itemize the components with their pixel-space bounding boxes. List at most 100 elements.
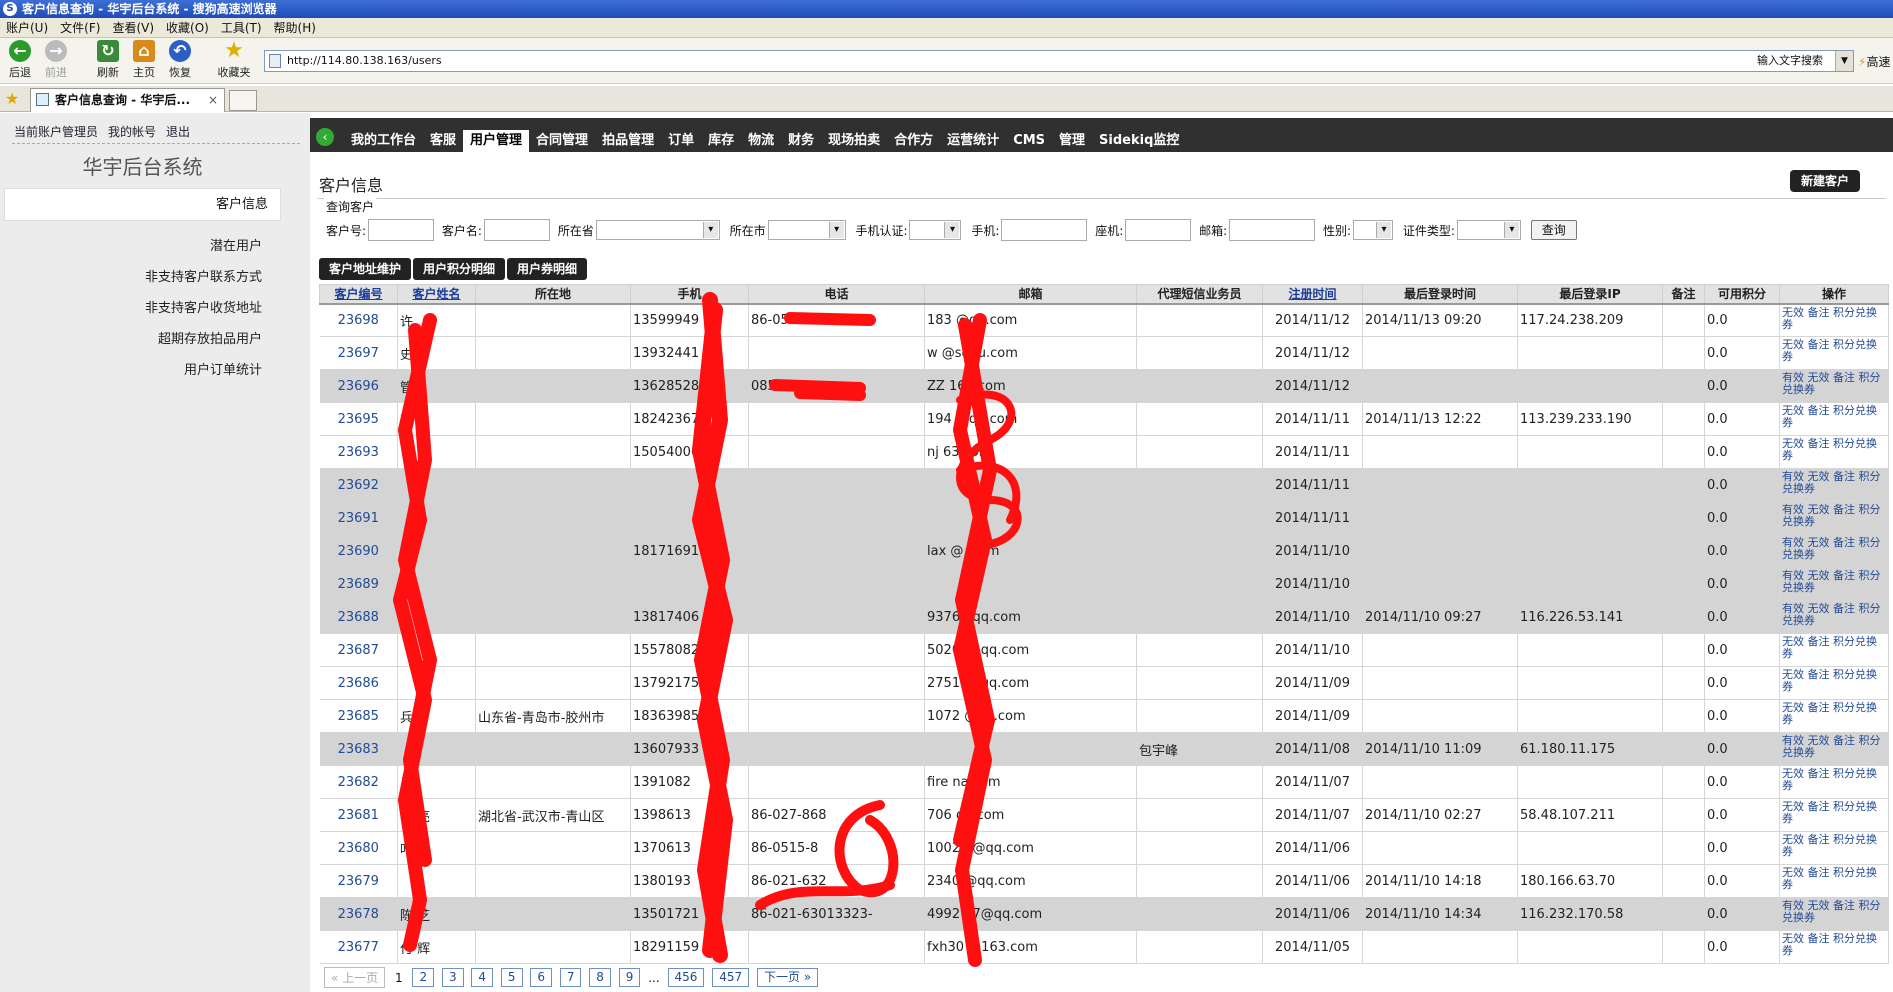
- sidebar-item-order-stats[interactable]: 用户订单统计: [0, 359, 262, 390]
- page-6-link[interactable]: 6: [530, 968, 552, 987]
- cell-customer-id[interactable]: 23677: [319, 930, 398, 964]
- cell-actions[interactable]: 无效 备注 积分兑换券: [1779, 930, 1889, 964]
- cell-customer-id[interactable]: 23698: [319, 303, 398, 337]
- cell-customer-id[interactable]: 23690: [319, 534, 398, 568]
- home-button[interactable]: ⌂ 主页: [126, 40, 162, 80]
- cell-customer-id[interactable]: 23691: [319, 501, 398, 535]
- email-input[interactable]: [1229, 219, 1316, 241]
- current-account[interactable]: 当前账户管理员: [14, 125, 98, 139]
- cell-customer-id[interactable]: 23688: [319, 600, 398, 634]
- menu-tools[interactable]: 工具(T): [215, 18, 268, 38]
- col-header-customer-name[interactable]: 客户姓名: [397, 284, 476, 305]
- col-header-customer-id[interactable]: 客户编号: [319, 284, 398, 305]
- cell-customer-id[interactable]: 23687: [319, 633, 398, 667]
- page-4-link[interactable]: 4: [471, 968, 494, 987]
- page-9-link[interactable]: 9: [618, 968, 641, 987]
- points-detail-button[interactable]: 用户积分明细: [413, 258, 506, 280]
- nav-contract[interactable]: 合同管理: [529, 130, 595, 152]
- cell-actions[interactable]: 无效 备注 积分兑换券: [1779, 633, 1889, 667]
- cell-actions[interactable]: 有效 无效 备注 积分兑换券: [1779, 369, 1889, 403]
- cell-actions[interactable]: 有效 无效 备注 积分兑换券: [1779, 732, 1889, 766]
- menu-account[interactable]: 账户(U): [0, 18, 54, 38]
- nav-service[interactable]: 客服: [423, 130, 463, 152]
- nav-orders[interactable]: 订单: [661, 130, 701, 152]
- customer-name-input[interactable]: [483, 219, 550, 241]
- sidebar-item-contact[interactable]: 非支持客户联系方式: [0, 266, 262, 297]
- nav-live-auction[interactable]: 现场拍卖: [821, 130, 887, 152]
- cell-actions[interactable]: 无效 备注 积分兑换券: [1779, 864, 1889, 898]
- gender-select[interactable]: [1352, 220, 1393, 240]
- nav-workbench[interactable]: 我的工作台: [344, 130, 423, 152]
- cell-actions[interactable]: 有效 无效 备注 积分兑换券: [1779, 567, 1889, 601]
- menu-view[interactable]: 查看(V): [106, 18, 160, 38]
- cell-actions[interactable]: 无效 备注 积分兑换券: [1779, 303, 1889, 337]
- nav-finance[interactable]: 财务: [781, 130, 821, 152]
- nav-admin[interactable]: 管理: [1052, 130, 1092, 152]
- new-tab-button[interactable]: [229, 90, 257, 111]
- page-457-link[interactable]: 457: [712, 968, 750, 987]
- page-8-link[interactable]: 8: [589, 968, 611, 987]
- next-page-button[interactable]: 下一页 »: [756, 968, 819, 987]
- cell-customer-id[interactable]: 23686: [319, 666, 398, 700]
- query-button[interactable]: 查询: [1530, 220, 1577, 240]
- sidebar-item-overdue[interactable]: 超期存放拍品用户: [0, 328, 262, 359]
- cell-customer-id[interactable]: 23696: [319, 369, 398, 403]
- address-bar[interactable]: http://114.80.138.163/users 输入文字搜索 ▼: [264, 50, 1854, 72]
- forward-button[interactable]: → 前进: [38, 40, 74, 80]
- col-header-register-time[interactable]: 注册时间: [1262, 284, 1363, 305]
- cell-customer-id[interactable]: 23678: [319, 897, 398, 931]
- cell-customer-id[interactable]: 23681: [319, 798, 398, 832]
- cell-actions[interactable]: 无效 备注 积分兑换券: [1779, 765, 1889, 799]
- back-circle-icon[interactable]: ‹: [316, 128, 334, 146]
- phone-auth-select[interactable]: [909, 220, 962, 240]
- restore-button[interactable]: ↶ 恢复: [162, 40, 198, 80]
- menu-favorites[interactable]: 收藏(O): [160, 18, 215, 38]
- cell-customer-id[interactable]: 23693: [319, 435, 398, 469]
- back-button[interactable]: ← 后退: [2, 40, 38, 80]
- nav-stock[interactable]: 库存: [701, 130, 741, 152]
- cell-actions[interactable]: 有效 无效 备注 积分兑换券: [1779, 897, 1889, 931]
- cell-actions[interactable]: 无效 备注 积分兑换券: [1779, 402, 1889, 436]
- cell-actions[interactable]: 无效 备注 积分兑换券: [1779, 798, 1889, 832]
- cell-actions[interactable]: 无效 备注 积分兑换券: [1779, 699, 1889, 733]
- page-5-link[interactable]: 5: [500, 968, 523, 987]
- page-7-link[interactable]: 7: [559, 968, 582, 987]
- close-icon[interactable]: ×: [208, 89, 218, 111]
- cell-actions[interactable]: 无效 备注 积分兑换券: [1779, 666, 1889, 700]
- nav-lots[interactable]: 拍品管理: [595, 130, 661, 152]
- favorite-star-icon[interactable]: ★: [5, 89, 19, 108]
- logout-link[interactable]: 退出: [166, 125, 190, 139]
- sidebar-item-potential-users[interactable]: 潜在用户: [0, 235, 262, 266]
- id-type-select[interactable]: [1456, 220, 1521, 240]
- page-3-link[interactable]: 3: [441, 968, 464, 987]
- cell-customer-id[interactable]: 23679: [319, 864, 398, 898]
- cell-actions[interactable]: 无效 备注 积分兑换券: [1779, 831, 1889, 865]
- cell-actions[interactable]: 无效 备注 积分兑换券: [1779, 336, 1889, 370]
- nav-sidekiq[interactable]: Sidekiq监控: [1092, 130, 1186, 152]
- cell-actions[interactable]: 无效 备注 积分兑换券: [1779, 435, 1889, 469]
- address-maintenance-button[interactable]: 客户地址维护: [319, 258, 412, 280]
- browser-tab[interactable]: 客户信息查询 - 华宇后... ×: [30, 88, 225, 112]
- province-select[interactable]: [595, 220, 720, 240]
- mobile-input[interactable]: [1001, 219, 1088, 241]
- menu-file[interactable]: 文件(F): [54, 18, 106, 38]
- nav-ops-stats[interactable]: 运营统计: [940, 130, 1006, 152]
- chevron-down-icon[interactable]: ▼: [1835, 51, 1853, 71]
- cell-customer-id[interactable]: 23685: [319, 699, 398, 733]
- cell-actions[interactable]: 有效 无效 备注 积分兑换券: [1779, 468, 1889, 502]
- cell-customer-id[interactable]: 23692: [319, 468, 398, 502]
- my-account-link[interactable]: 我的帐号: [108, 125, 156, 139]
- sidebar-item-address[interactable]: 非支持客户收货地址: [0, 297, 262, 328]
- new-customer-button[interactable]: 新建客户: [1790, 170, 1860, 192]
- cell-customer-id[interactable]: 23680: [319, 831, 398, 865]
- nav-logistics[interactable]: 物流: [741, 130, 781, 152]
- menu-help[interactable]: 帮助(H): [268, 18, 322, 38]
- speed-mode-toggle[interactable]: ⚡高速: [1858, 53, 1890, 70]
- favorites-button[interactable]: ★ 收藏夹: [214, 40, 254, 80]
- cell-actions[interactable]: 有效 无效 备注 积分兑换券: [1779, 534, 1889, 568]
- sidebar-item-customer-info[interactable]: 客户信息: [4, 188, 281, 221]
- page-2-link[interactable]: 2: [412, 968, 435, 987]
- cell-customer-id[interactable]: 23697: [319, 336, 398, 370]
- page-456-link[interactable]: 456: [667, 968, 705, 987]
- cell-actions[interactable]: 有效 无效 备注 积分兑换券: [1779, 600, 1889, 634]
